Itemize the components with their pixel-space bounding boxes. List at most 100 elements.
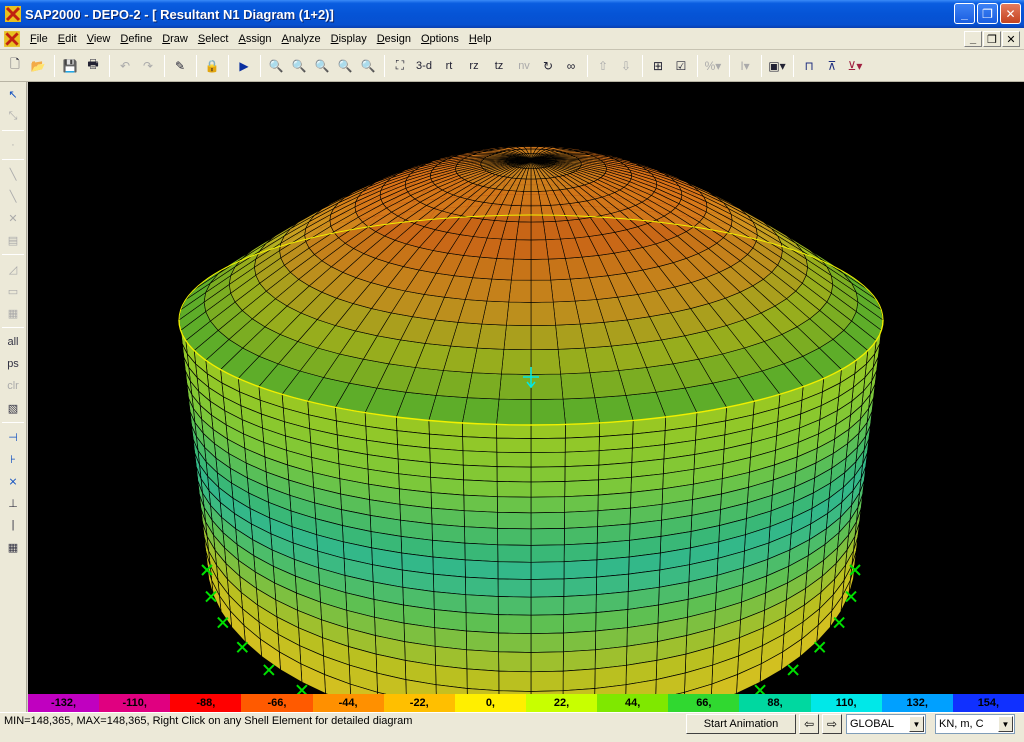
dome-shell-element[interactable] <box>530 324 559 351</box>
fixed-support-icon[interactable] <box>263 664 275 676</box>
wall-shell-element[interactable] <box>430 476 465 496</box>
select-all-button[interactable]: all <box>2 332 24 352</box>
wall-shell-element[interactable] <box>530 561 565 580</box>
wall-shell-element[interactable] <box>498 651 532 673</box>
wall-shell-element[interactable] <box>496 451 532 468</box>
dome-shell-element[interactable] <box>503 324 532 351</box>
dome-shell-element[interactable] <box>552 300 581 326</box>
wall-shell-element[interactable] <box>562 649 596 672</box>
quick-draw-frame-icon[interactable]: ╲ <box>2 186 24 206</box>
pan-icon[interactable]: 🔍 <box>357 55 379 77</box>
wall-shell-element[interactable] <box>563 630 597 653</box>
object-shrink-icon[interactable]: ⊞ <box>647 55 669 77</box>
wall-shell-element[interactable] <box>432 573 467 596</box>
wall-shell-element[interactable] <box>530 496 566 514</box>
doc-close-button[interactable]: ✕ <box>1002 31 1020 47</box>
wall-shell-element[interactable] <box>497 511 532 530</box>
wall-shell-element[interactable] <box>431 507 465 528</box>
wall-shell-element[interactable] <box>465 576 499 597</box>
run-analysis-icon[interactable]: ▶ <box>233 55 255 77</box>
clear-selection-button[interactable]: clr <box>2 376 24 396</box>
set-display-options-icon[interactable]: ☑ <box>670 55 692 77</box>
frame-icon[interactable]: ⊓ <box>798 55 820 77</box>
wall-shell-element[interactable] <box>465 594 499 615</box>
wall-shell-element[interactable] <box>433 591 467 613</box>
close-button[interactable]: ✕ <box>1000 3 1021 24</box>
units-select[interactable]: KN, m, C ▼ <box>935 714 1015 734</box>
draw-brace-icon[interactable]: ✕ <box>2 208 24 228</box>
wall-shell-element[interactable] <box>462 436 498 453</box>
wall-shell-element[interactable] <box>530 544 565 563</box>
wall-shell-element[interactable] <box>462 450 498 467</box>
move-down-icon[interactable]: ⇩ <box>615 55 637 77</box>
wall-shell-element[interactable] <box>597 476 632 496</box>
menu-draw[interactable]: Draw <box>157 29 193 49</box>
minimize-button[interactable]: _ <box>954 3 975 24</box>
menu-select[interactable]: Select <box>193 29 234 49</box>
dome-shell-element[interactable] <box>530 221 547 241</box>
fixed-support-icon[interactable] <box>754 684 766 694</box>
menu-assign[interactable]: Assign <box>233 29 276 49</box>
wall-shell-element[interactable] <box>462 464 498 482</box>
chevron-down-icon[interactable]: ▼ <box>998 716 1013 732</box>
wall-shell-element[interactable] <box>564 422 601 439</box>
section-dropdown-icon[interactable]: I▾ <box>734 55 756 77</box>
dome-shell-element[interactable] <box>496 398 532 426</box>
reshape-icon[interactable]: ⤡ <box>2 106 24 126</box>
wall-shell-element[interactable] <box>597 492 632 512</box>
fixed-support-icon[interactable] <box>833 616 845 629</box>
wall-shell-element[interactable] <box>563 526 598 546</box>
percent-dropdown-icon[interactable]: %▾ <box>702 55 724 77</box>
previous-arrow-icon[interactable]: ⇦ <box>799 714 819 734</box>
wall-shell-element[interactable] <box>596 523 631 544</box>
fixed-support-icon[interactable] <box>236 641 249 653</box>
dome-shell-element[interactable] <box>530 258 552 281</box>
menu-file[interactable]: File <box>25 29 53 49</box>
frame-loads-icon[interactable]: ⊼ <box>821 55 843 77</box>
pencil-icon[interactable]: ✎ <box>169 55 191 77</box>
wall-shell-element[interactable] <box>496 424 532 439</box>
frame-forces-icon[interactable]: ⊻▾ <box>844 55 866 77</box>
menu-help[interactable]: Help <box>464 29 497 49</box>
dome-shell-element[interactable] <box>560 372 596 400</box>
zoom-out-icon[interactable]: 🔍 <box>334 55 356 77</box>
dome-shell-element[interactable] <box>530 301 556 326</box>
lock-icon[interactable]: 🔒 <box>201 55 223 77</box>
intersecting-line-icon[interactable]: ▧ <box>2 398 24 418</box>
move-up-icon[interactable]: ⇧ <box>592 55 614 77</box>
maximize-button[interactable]: ❐ <box>977 3 998 24</box>
wall-shell-element[interactable] <box>530 670 564 692</box>
zoom-in-icon[interactable]: 🔍 <box>311 55 333 77</box>
open-folder-icon[interactable]: 📂 <box>27 55 49 77</box>
print-icon[interactable]: 🖶 <box>82 55 104 77</box>
pointer-icon[interactable]: ↖ <box>2 84 24 104</box>
wall-shell-element[interactable] <box>596 556 630 578</box>
wall-shell-element[interactable] <box>430 492 465 512</box>
draw-link-icon[interactable]: ▤ <box>2 230 24 250</box>
chevron-down-icon[interactable]: ▼ <box>909 716 924 732</box>
zoom-restore-icon[interactable]: 🔍 <box>288 55 310 77</box>
undo-icon[interactable]: ↶ <box>114 55 136 77</box>
snap-joints-icon[interactable]: ⊣ <box>2 427 24 447</box>
wall-shell-element[interactable] <box>497 561 532 580</box>
dome-shell-element[interactable] <box>530 239 549 260</box>
dome-shell-element[interactable] <box>510 258 532 281</box>
rotate-view-icon[interactable]: ↻ <box>537 55 559 77</box>
wall-shell-element[interactable] <box>465 612 499 634</box>
dome-shell-element[interactable] <box>530 279 554 303</box>
doc-restore-button[interactable]: ❐ <box>983 31 1001 47</box>
wall-shell-element[interactable] <box>595 609 629 632</box>
wall-shell-element[interactable] <box>530 481 566 498</box>
wall-shell-element[interactable] <box>530 528 565 546</box>
display-dropdown-icon[interactable]: ▣▾ <box>766 55 788 77</box>
wall-shell-element[interactable] <box>432 539 466 561</box>
draw-poly-area-icon[interactable]: ◿ <box>2 259 24 279</box>
wall-shell-element[interactable] <box>466 668 500 692</box>
snap-intersection-icon[interactable]: ⨯ <box>2 471 24 491</box>
redo-icon[interactable]: ↷ <box>137 55 159 77</box>
fixed-support-icon[interactable] <box>813 641 826 653</box>
wall-shell-element[interactable] <box>497 544 532 563</box>
coordinate-system-select[interactable]: GLOBAL ▼ <box>846 714 926 734</box>
wall-shell-element[interactable] <box>530 614 565 635</box>
dome-shell-element[interactable] <box>562 397 601 425</box>
